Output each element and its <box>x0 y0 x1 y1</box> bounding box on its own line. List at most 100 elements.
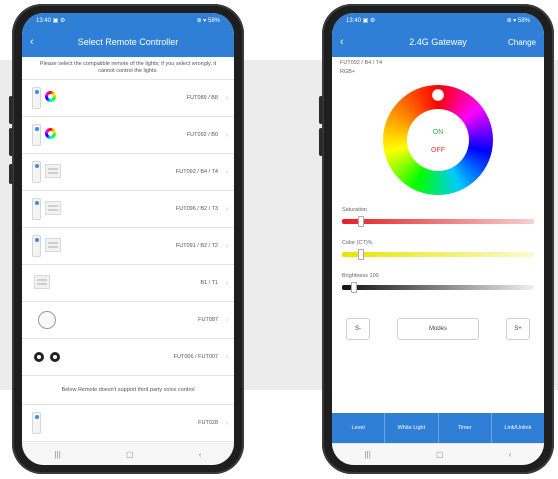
right-phone: 13:40 ▣ ⚙ ⊕ ▾ 58% ‹ 2.4G Gateway Change … <box>319 4 554 474</box>
remote-thumbnail <box>32 122 64 148</box>
chevron-right-icon: › <box>225 94 228 102</box>
tab-timer[interactable]: Timer <box>439 413 492 443</box>
saturation-label: Saturation <box>342 207 368 213</box>
remote-model-subtitle: FUT092 / B4 / T4 <box>340 60 383 66</box>
remote-row[interactable]: FUT092 / B4 / T4 › <box>22 154 234 191</box>
remote-row[interactable]: FUT028 › <box>22 405 234 442</box>
color-picker-handle[interactable] <box>432 89 444 101</box>
home-icon[interactable]: ▢ <box>126 450 134 459</box>
zone-label: RGB+ <box>340 69 356 75</box>
remote-thumbnail <box>32 159 64 185</box>
home-icon[interactable]: ▢ <box>436 450 444 459</box>
recent-apps-icon[interactable]: ||| <box>365 450 371 459</box>
chevron-right-icon: › <box>225 419 228 427</box>
chevron-right-icon: › <box>225 279 228 287</box>
color-wheel[interactable]: ON OFF <box>383 85 493 195</box>
panel-icon <box>34 275 50 289</box>
brightness-track[interactable] <box>342 285 534 290</box>
remote-thumbnail <box>32 307 64 333</box>
bottom-tab-bar: Level White Light Timer Link/Unlink <box>332 413 544 443</box>
left-phone: 13:40 ▣ ⚙ ⊕ ▾ 58% ‹ Select Remote Contro… <box>9 4 244 474</box>
panel-icon <box>45 164 61 178</box>
chevron-right-icon: › <box>225 205 228 213</box>
chevron-right-icon: › <box>225 242 228 250</box>
status-bar: 13:40 ▣ ⚙ ⊕ ▾ 58% <box>332 13 544 27</box>
back-icon[interactable]: ‹ <box>30 36 44 48</box>
brightness-slider[interactable] <box>342 282 534 293</box>
color-temp-label: Color (CT)% <box>342 240 373 246</box>
brightness-thumb[interactable] <box>350 282 357 293</box>
remote-row[interactable]: FUT091 / B2 / T2 › <box>22 228 234 265</box>
tab-link-unlink[interactable]: Link/Unlink <box>492 413 544 443</box>
back-icon[interactable]: ‹ <box>340 36 354 48</box>
volume-button <box>9 128 13 156</box>
chevron-right-icon: › <box>225 131 228 139</box>
remote-row[interactable]: FUT096 / B2 / T3 › <box>22 191 234 228</box>
panel-icon <box>45 238 61 252</box>
remote-thumbnail <box>32 410 64 436</box>
left-screen: 13:40 ▣ ⚙ ⊕ ▾ 58% ‹ Select Remote Contro… <box>22 13 234 465</box>
app-bar: ‹ 2.4G Gateway Change <box>332 27 544 57</box>
chevron-right-icon: › <box>225 353 228 361</box>
instruction-text: Please select the compatible remote of t… <box>22 57 234 80</box>
color-temp-thumb[interactable] <box>358 249 365 260</box>
voice-control-notice: Below Remote doesn't support third party… <box>22 376 234 405</box>
chevron-right-icon: › <box>225 168 228 176</box>
status-bar: 13:40 ▣ ⚙ ⊕ ▾ 58% <box>22 13 234 27</box>
color-temp-track[interactable] <box>342 252 534 257</box>
remote-row[interactable]: FUT092 / B0 › <box>22 117 234 154</box>
back-nav-icon[interactable]: ‹ <box>199 450 202 459</box>
remote-row[interactable]: B1 / T1 › <box>22 265 234 302</box>
saturation-slider[interactable] <box>342 216 534 227</box>
remote-thumbnail <box>32 344 64 370</box>
remote-row[interactable]: FUT006 / FUT007 › <box>22 339 234 376</box>
bixby-button <box>9 164 13 184</box>
change-button[interactable]: Change <box>508 38 536 47</box>
tab-white-light[interactable]: White Light <box>385 413 439 443</box>
remote-model: FUT092 / B0 <box>186 132 218 138</box>
knob-icon <box>38 311 56 329</box>
recent-apps-icon[interactable]: ||| <box>55 450 61 459</box>
dual-button-icon <box>34 352 62 362</box>
color-wheel-center <box>407 109 469 171</box>
system-nav-bar: ||| ▢ ‹ <box>22 443 234 465</box>
app-bar: ‹ Select Remote Controller <box>22 27 234 57</box>
back-nav-icon[interactable]: ‹ <box>509 450 512 459</box>
remote-model: FUT089 / B8 <box>186 95 218 101</box>
page-title: Select Remote Controller <box>77 37 179 47</box>
tab-level[interactable]: Level <box>332 413 386 443</box>
chevron-right-icon: › <box>225 316 228 324</box>
brightness-label: Brightness 100 <box>342 273 379 279</box>
remote-model: FUT006 / FUT007 <box>173 354 218 360</box>
speed-down-button[interactable]: S- <box>346 318 370 340</box>
remote-thumbnail <box>32 196 64 222</box>
status-time: 13:40 ▣ ⚙ <box>36 17 66 24</box>
color-wheel-icon <box>45 91 56 102</box>
remote-model: FUT028 <box>198 420 218 426</box>
system-nav-bar: ||| ▢ ‹ <box>332 443 544 465</box>
status-indicators: ⊕ ▾ 58% <box>506 17 530 24</box>
remote-row[interactable]: FUT089 / B8 › <box>22 80 234 117</box>
status-time: 13:40 ▣ ⚙ <box>346 17 376 24</box>
volume-button <box>319 96 323 124</box>
modes-button[interactable]: Modes <box>397 318 479 340</box>
saturation-track[interactable] <box>342 219 534 224</box>
remote-thumbnail <box>32 233 64 259</box>
status-indicators: ⊕ ▾ 58% <box>196 17 220 24</box>
saturation-thumb[interactable] <box>358 216 365 227</box>
mode-controls: S- Modes S+ <box>332 318 544 340</box>
remote-model: FUT087 <box>198 317 218 323</box>
speed-up-button[interactable]: S+ <box>506 318 530 340</box>
volume-button <box>319 128 323 156</box>
remote-model: FUT091 / B2 / T2 <box>175 243 218 249</box>
off-button[interactable]: OFF <box>383 147 493 154</box>
remote-row[interactable]: FUT087 › <box>22 302 234 339</box>
remote-model: FUT096 / B2 / T3 <box>175 206 218 212</box>
volume-button <box>9 96 13 124</box>
remote-model: FUT092 / B4 / T4 <box>175 169 218 175</box>
remote-model: B1 / T1 <box>200 280 218 286</box>
on-button[interactable]: ON <box>383 129 493 136</box>
color-wheel-icon <box>45 128 56 139</box>
color-temp-slider[interactable] <box>342 249 534 260</box>
remote-thumbnail <box>32 270 64 296</box>
